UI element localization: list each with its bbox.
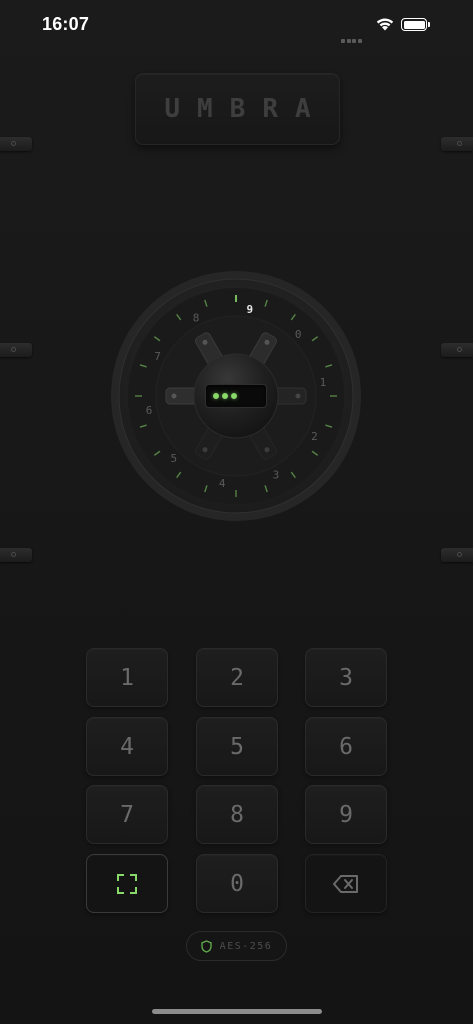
dial-number: 0 <box>295 328 302 341</box>
key-9[interactable]: 9 <box>305 785 387 844</box>
keypad: 1 2 3 4 5 6 7 8 9 0 <box>86 648 388 913</box>
shield-icon <box>200 939 212 953</box>
key-8[interactable]: 8 <box>196 785 278 844</box>
key-2[interactable]: 2 <box>196 648 278 707</box>
dial-number: 9 <box>246 303 253 316</box>
signal-dots-icon <box>341 28 363 43</box>
pin-dot <box>213 393 219 399</box>
lock-screen: 16:07 UMBRA 0 1 2 3 4 5 6 7 8 9 1 2 3 4 … <box>0 0 473 1024</box>
pin-dot <box>231 393 237 399</box>
hinge-right-middle <box>441 343 473 357</box>
hinge-pin <box>457 552 462 557</box>
brand-name: UMBRA <box>164 94 328 124</box>
hinge-left-top <box>0 137 32 151</box>
hinge-pin <box>11 141 16 146</box>
hinge-right-top <box>441 137 473 151</box>
pin-dot <box>222 393 228 399</box>
key-6[interactable]: 6 <box>305 717 387 776</box>
key-1[interactable]: 1 <box>86 648 168 707</box>
encryption-label: AES-256 <box>219 940 273 952</box>
status-time: 16:07 <box>42 14 90 34</box>
vault-dial[interactable]: 0 1 2 3 4 5 6 7 8 9 <box>110 270 362 522</box>
dial-number: 6 <box>146 404 153 417</box>
battery-icon <box>401 18 430 31</box>
home-indicator[interactable] <box>152 1009 322 1014</box>
pin-display <box>205 384 267 408</box>
key-3[interactable]: 3 <box>305 648 387 707</box>
hinge-right-bottom <box>441 548 473 562</box>
backspace-button[interactable] <box>305 854 387 913</box>
dial-number: 7 <box>154 350 161 363</box>
biometric-scan-button[interactable] <box>86 854 168 913</box>
dial-number: 4 <box>219 477 226 490</box>
hinge-pin <box>11 347 16 352</box>
key-7[interactable]: 7 <box>86 785 168 844</box>
dial-number: 1 <box>320 376 327 389</box>
encryption-badge: AES-256 <box>186 931 287 961</box>
hinge-left-middle <box>0 343 32 357</box>
dial-number: 8 <box>193 312 200 325</box>
hinge-pin <box>457 141 462 146</box>
backspace-icon <box>333 874 358 893</box>
hinge-pin <box>11 552 16 557</box>
key-5[interactable]: 5 <box>196 717 278 776</box>
key-0[interactable]: 0 <box>196 854 278 913</box>
brand-plate: UMBRA <box>135 73 340 145</box>
dial-number: 2 <box>311 430 318 443</box>
hinge-left-bottom <box>0 548 32 562</box>
scan-frame-icon <box>117 873 137 894</box>
hinge-pin <box>457 347 462 352</box>
dial-number: 3 <box>273 468 280 481</box>
key-4[interactable]: 4 <box>86 717 168 776</box>
wifi-icon <box>376 18 394 31</box>
dial-number: 5 <box>170 452 177 465</box>
